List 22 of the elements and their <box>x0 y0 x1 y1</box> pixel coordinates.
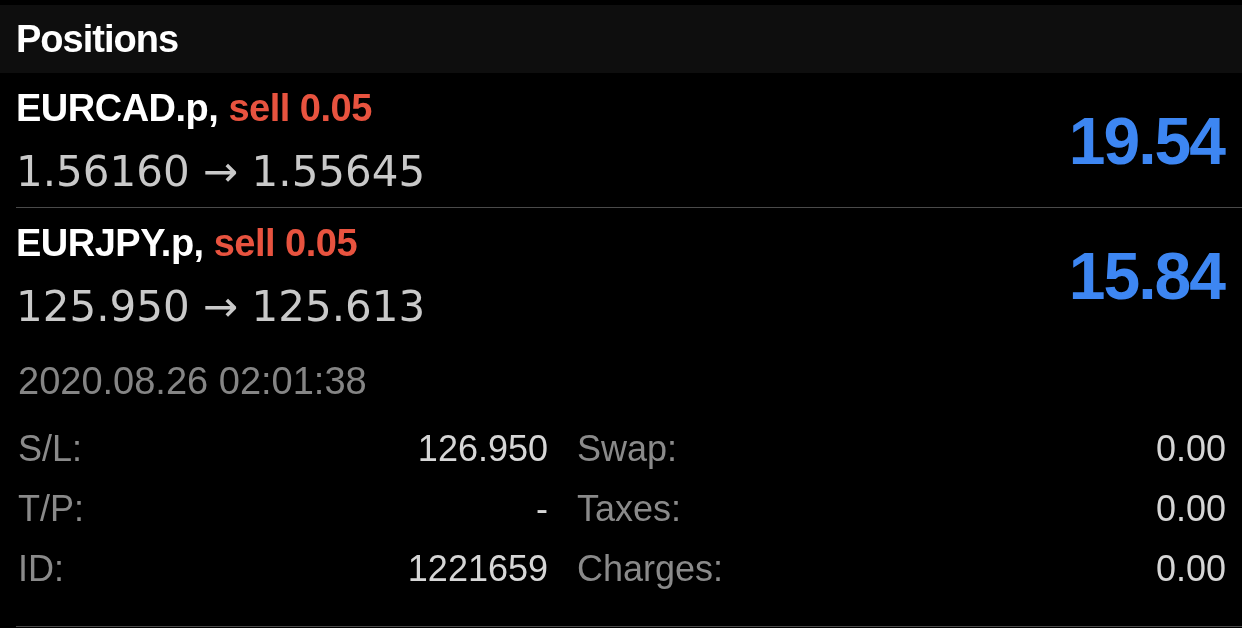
price-range: 1.56160 → 1.55645 <box>16 147 426 197</box>
field-value: 1221659 <box>407 547 548 591</box>
field-value: 0.00 <box>1155 427 1226 471</box>
field-label: S/L: <box>18 427 83 471</box>
price-range: 125.950 → 125.613 <box>16 282 426 332</box>
field-label: Swap: <box>577 427 678 471</box>
field-label: T/P: <box>18 487 84 531</box>
field-value: 126.950 <box>417 427 548 471</box>
profit-value: 19.54 <box>1068 106 1226 176</box>
profit-value: 15.84 <box>1068 241 1226 311</box>
field-label: ID: <box>18 547 64 591</box>
field-value: - <box>536 487 548 531</box>
field-value: 0.00 <box>1155 547 1226 591</box>
open-time: 2020.08.26 02:01:38 <box>18 359 367 403</box>
symbol-name: EURJPY.p, <box>16 221 204 266</box>
symbol-name: EURCAD.p, <box>16 86 219 131</box>
field-value: 0.00 <box>1155 487 1226 531</box>
field-label: Charges: <box>577 547 724 591</box>
order-type: sell 0.05 <box>228 86 372 131</box>
field-label: Taxes: <box>577 487 682 531</box>
section-title: Positions <box>16 17 179 62</box>
order-type: sell 0.05 <box>213 221 358 266</box>
